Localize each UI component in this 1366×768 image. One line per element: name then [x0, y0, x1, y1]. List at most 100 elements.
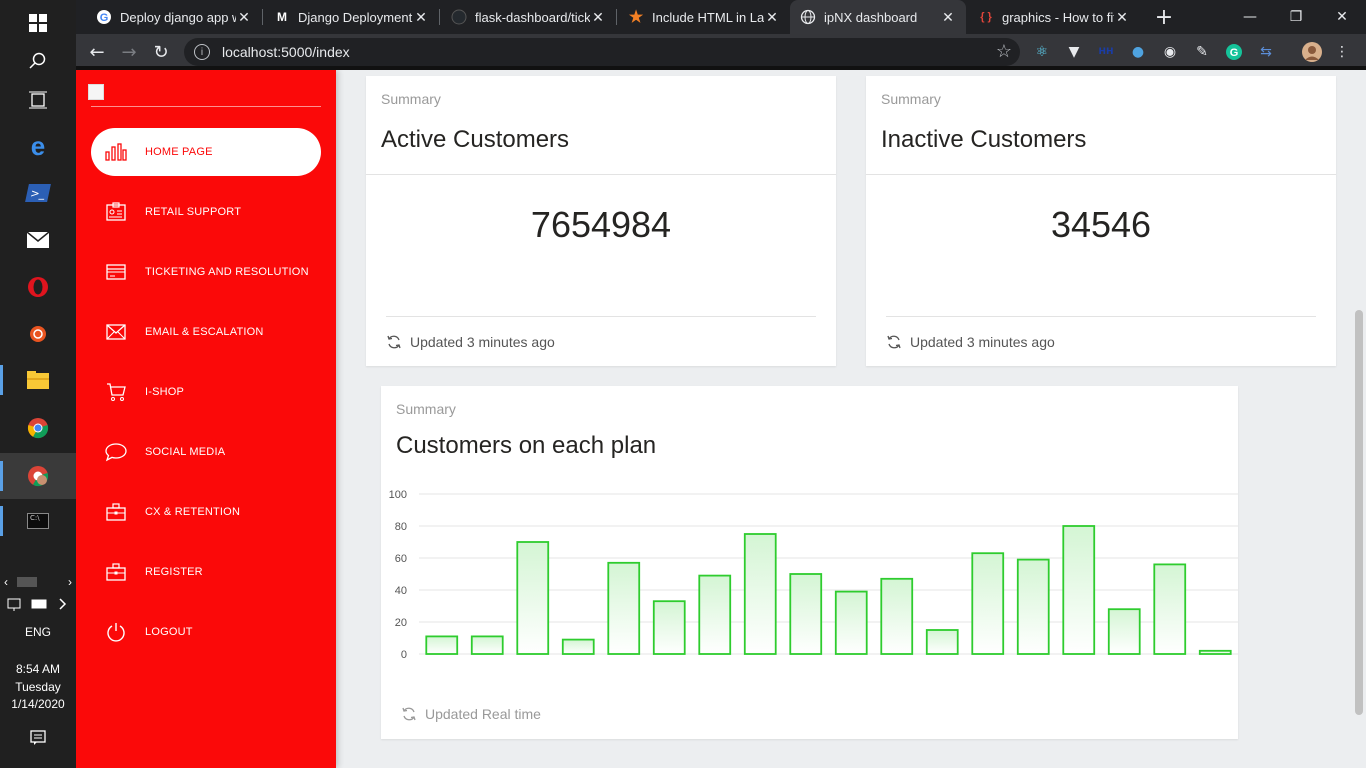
sidebar-item-home-page[interactable]: HOME PAGE [91, 128, 321, 176]
card-footer-divider [886, 316, 1316, 317]
sidebar-item-label: SOCIAL MEDIA [145, 446, 226, 458]
opera-icon[interactable] [0, 264, 76, 310]
profile-avatar[interactable] [1302, 42, 1322, 62]
page-scrollbar[interactable] [1352, 70, 1366, 768]
id-card-icon [104, 200, 128, 224]
language-indicator[interactable]: ENG [0, 625, 76, 639]
y-tick-label: 100 [389, 489, 407, 501]
card-footer: Updated 3 minutes ago [886, 334, 1055, 350]
tab-separator [262, 9, 263, 25]
chart-bar[interactable] [470, 635, 504, 655]
close-tab-icon[interactable]: ✕ [1114, 9, 1130, 26]
tab-ipnx-dashboard[interactable]: ipNX dashboard ✕ [790, 0, 966, 34]
edge-icon[interactable]: e [0, 123, 76, 169]
cart-icon [104, 380, 128, 404]
grammarly-icon[interactable]: G [1224, 42, 1244, 62]
chart-bar[interactable] [834, 590, 868, 655]
minimize-button[interactable]: — [1227, 0, 1273, 34]
task-view-icon[interactable] [0, 77, 76, 123]
close-tab-icon[interactable]: ✕ [236, 9, 252, 26]
extension-arrows-icon[interactable]: ⇆ [1256, 42, 1276, 62]
scrollbar-thumb[interactable] [1355, 310, 1363, 715]
restore-button[interactable]: ❐ [1273, 0, 1319, 34]
chart-bar[interactable] [789, 573, 823, 655]
chart-bar[interactable] [1198, 649, 1232, 655]
reload-button[interactable]: ↻ [149, 40, 173, 64]
info-icon[interactable]: i [194, 44, 210, 60]
sidebar-item-logout[interactable]: LOGOUT [91, 608, 321, 656]
tab-graphics-fit[interactable]: { } graphics - How to fit ✕ [968, 0, 1140, 34]
refresh-icon [887, 335, 901, 349]
chart-bar[interactable] [516, 541, 550, 655]
tab-include-html-latex[interactable]: ★ Include HTML in LaTe ✕ [618, 0, 790, 34]
ubuntu-icon[interactable] [0, 311, 76, 357]
power-icon [104, 620, 128, 644]
system-tray-icons[interactable] [0, 596, 76, 615]
close-window-button[interactable]: ✕ [1319, 0, 1365, 34]
mail-icon[interactable] [0, 217, 76, 263]
chart-bar[interactable] [971, 552, 1005, 655]
chart-bar[interactable] [1153, 563, 1187, 655]
extension-icon[interactable]: HH [1096, 42, 1116, 62]
forward-button[interactable]: → [117, 40, 141, 64]
sidebar-item-retail-support[interactable]: RETAIL SUPPORT [91, 188, 321, 236]
address-bar[interactable]: i localhost:5000/index ☆ [184, 38, 1020, 66]
new-tab-button[interactable]: + [1142, 0, 1186, 34]
tab-flask-dashboard[interactable]: flask-dashboard/ticke ✕ [441, 0, 616, 34]
inactive-customers-value: 34546 [1050, 204, 1152, 245]
extension-circle-icon[interactable]: ◉ [1160, 42, 1180, 62]
card-title: Active Customers [381, 126, 570, 153]
color-picker-icon[interactable]: ✎ [1192, 42, 1212, 62]
sidebar-item-social-media[interactable]: SOCIAL MEDIA [91, 428, 321, 476]
file-explorer-icon[interactable] [0, 357, 76, 403]
chrome-icon[interactable] [0, 405, 76, 451]
powershell-icon[interactable]: >_ [0, 170, 76, 216]
chart-bar[interactable] [1107, 608, 1141, 655]
chart-bar[interactable] [425, 635, 459, 655]
footer-text: Updated 3 minutes ago [910, 334, 1055, 350]
terminal-icon[interactable]: C:\ [0, 498, 76, 544]
bookmark-star-icon[interactable]: ☆ [996, 41, 1012, 62]
tab-separator [439, 9, 440, 25]
menu-icon[interactable]: ⋮ [1332, 42, 1352, 62]
react-devtools-icon[interactable]: ⚛ [1032, 42, 1052, 62]
sidebar-item-register[interactable]: REGISTER [91, 548, 321, 596]
chart-bar[interactable] [607, 561, 641, 655]
back-button[interactable]: ← [85, 40, 109, 64]
chart-bar[interactable] [561, 638, 595, 655]
refresh-icon [402, 707, 416, 721]
svg-text:G: G [1230, 47, 1239, 59]
close-tab-icon[interactable]: ✕ [940, 9, 956, 26]
y-tick-label: 0 [401, 649, 407, 661]
chart-bar[interactable] [652, 600, 686, 655]
clock-time[interactable]: 8:54 AM [0, 662, 76, 676]
chart-bar[interactable] [1062, 525, 1096, 655]
close-tab-icon[interactable]: ✕ [413, 9, 429, 26]
chart-bar[interactable] [698, 574, 732, 655]
sidebar-item-email-escalation[interactable]: EMAIL & ESCALATION [91, 308, 321, 356]
chart-bar[interactable] [1016, 558, 1050, 655]
y-tick-label: 20 [395, 617, 407, 629]
sidebar-item-i-shop[interactable]: I-SHOP [91, 368, 321, 416]
star-icon: ★ [628, 9, 644, 26]
close-tab-icon[interactable]: ✕ [764, 9, 780, 26]
footer-text: Updated 3 minutes ago [410, 334, 555, 350]
chart-bar[interactable] [880, 577, 914, 655]
chart-bar[interactable] [743, 533, 777, 655]
taskbar-scroll[interactable]: ‹ › [0, 575, 76, 589]
sidebar-item-label: CX & RETENTION [145, 506, 241, 518]
svg-text:G: G [100, 12, 109, 24]
tab-django-deployment[interactable]: M Django Deployment C ✕ [264, 0, 439, 34]
close-tab-icon[interactable]: ✕ [590, 9, 606, 26]
refresh-icon [387, 335, 401, 349]
chrome-profile-icon[interactable] [0, 453, 76, 499]
chart-bar[interactable] [925, 629, 959, 655]
sidebar-item-cx-retention[interactable]: CX & RETENTION [91, 488, 321, 536]
chat-extension-icon[interactable]: ● [1128, 42, 1148, 62]
vuejs-devtools-icon[interactable]: ▼ [1064, 42, 1084, 62]
footer-text: Updated Real time [425, 706, 541, 722]
card-category: Summary [381, 91, 441, 107]
tab-deploy-django[interactable]: G Deploy django app w ✕ [86, 0, 262, 34]
sidebar-item-ticketing-and-resolution[interactable]: TICKETING AND RESOLUTION [91, 248, 321, 296]
notification-icon[interactable] [0, 715, 76, 761]
